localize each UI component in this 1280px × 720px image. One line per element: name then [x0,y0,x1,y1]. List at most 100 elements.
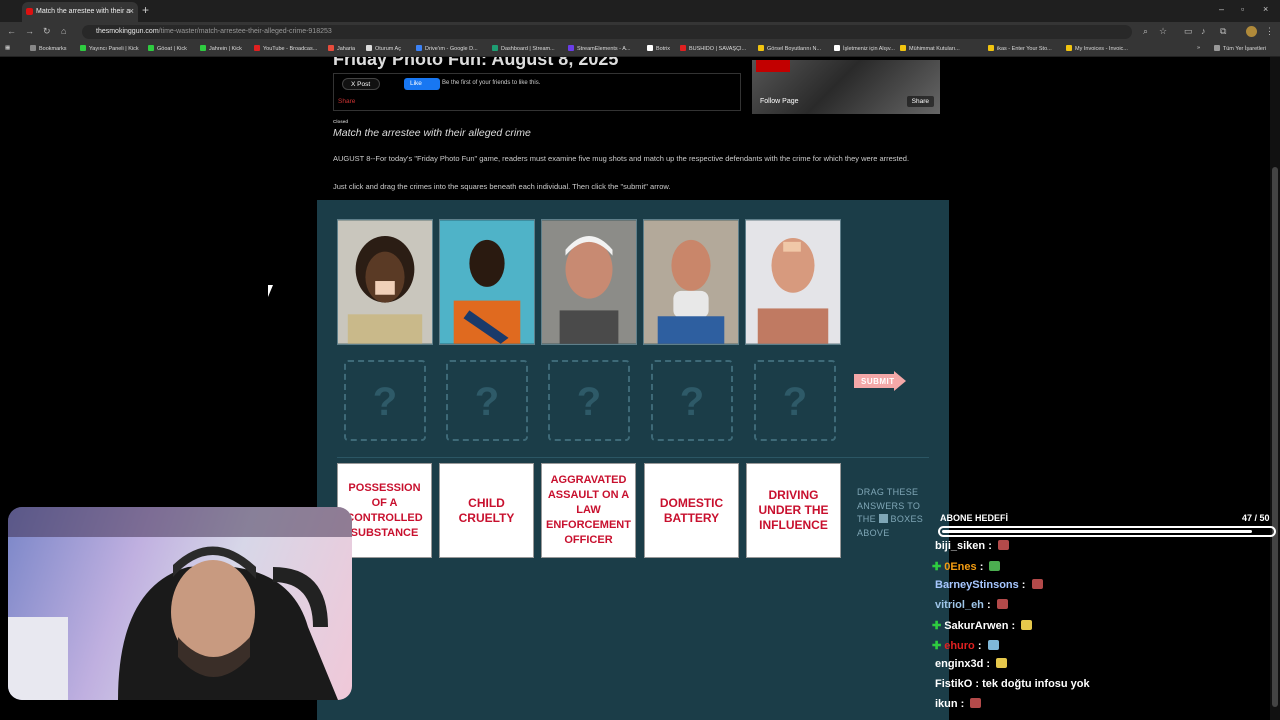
social-share-box: X Post Like Be the first of your friends… [333,73,741,111]
cast-icon[interactable]: ▭ [1184,26,1193,37]
facebook-page-widget: Follow Page Share [752,60,940,114]
emote-icon [996,658,1008,669]
drop-slot-1[interactable]: ? [344,360,426,441]
follow-page-button[interactable]: Follow Page [760,98,799,105]
chat-separator: : [974,639,985,652]
chat-username[interactable]: ehuro [944,640,975,652]
chat-message: FistikO : tek doğtu infosu yok [935,678,1090,696]
chat-username[interactable]: enginx3d [935,658,983,670]
bookmark-star-icon[interactable]: ☆ [1159,26,1167,37]
bookmark-favicon-icon [492,45,498,51]
x-post-button[interactable]: X Post [342,78,380,90]
drop-slot-5[interactable]: ? [754,360,836,441]
chat-username[interactable]: 0Enes [944,561,976,573]
profile-avatar[interactable] [1246,26,1257,37]
media-icon[interactable]: ♪ [1201,26,1206,36]
bookmark-favicon-icon [568,45,574,51]
zoom-icon[interactable]: ⌕ [1143,26,1148,37]
extensions-icon[interactable]: ⧉ [1220,26,1226,37]
sub-goal-progress-fill [942,530,1252,533]
bookmark-item[interactable]: Dashboard | Stream... [492,45,555,52]
bookmark-item[interactable]: Jahrein | Kick [200,45,242,52]
chat-username[interactable]: FistikO [935,678,972,690]
bookmark-favicon-icon [900,45,906,51]
chat-separator: : [985,540,995,552]
arrow-right-icon [894,371,906,391]
bookmark-item[interactable]: Göoat | Kick [148,45,187,52]
chat-username[interactable]: BarneyStinsons [935,579,1019,591]
close-window-icon[interactable]: × [1263,4,1268,14]
bookmark-item[interactable]: Bookmarks [30,45,67,52]
site-favicon-icon [26,8,33,15]
bookmark-item[interactable]: Drive'ım - Google D... [416,45,478,52]
drop-slot-2[interactable]: ? [446,360,528,441]
emote-icon [996,599,1008,610]
bookmark-item[interactable]: BUSHIDO | SAVAŞÇI... [680,45,746,52]
crime-card-domestic-battery[interactable]: DOMESTIC BATTERY [644,463,739,558]
more-bookmarks-icon[interactable]: » [1197,45,1200,51]
scrollbar-thumb[interactable] [1272,167,1278,707]
bookmark-item[interactable]: Yayıncı Paneli | Kick [80,45,139,52]
chat-separator: : [983,658,994,671]
new-tab-icon[interactable]: + [142,3,149,17]
chat-username[interactable]: SakurArwen [944,620,1008,632]
webcam-overlay [8,507,352,700]
menu-icon[interactable]: ⋮ [1265,26,1274,37]
restore-icon[interactable]: ▫ [1241,4,1244,14]
bookmark-item[interactable]: YouTube - Broadcas... [254,45,317,52]
bookmark-item[interactable]: My Invoices - Invoic... [1066,45,1128,52]
url-field[interactable]: thesmokinggun.com/time-waster/match-arre… [82,25,1132,39]
emote-icon [1021,619,1033,630]
chat-separator: : [976,560,987,573]
bookmark-item[interactable]: StreamElements - A... [568,45,631,52]
chat-message: enginx3d : [935,658,1008,676]
drop-slot-4[interactable]: ? [651,360,733,441]
address-bar-row: ← → ↻ ⌂ thesmokinggun.com/time-waster/ma… [0,22,1280,42]
bookmark-item[interactable]: Mühimmat Kutuları... [900,45,960,52]
facebook-share-button[interactable]: Share [906,96,934,107]
bookmark-item[interactable]: Oturum Aç [366,45,401,52]
mugshot-2 [439,219,535,345]
box-icon [878,514,888,523]
mugshot-3 [541,219,637,345]
emote-icon [997,540,1009,550]
bookmark-favicon-icon [148,45,154,51]
mugshot-5 [745,219,841,345]
chat-username[interactable]: vitriol_eh [935,599,984,611]
forward-icon[interactable]: → [25,26,34,36]
submit-arrow-button[interactable]: SUBMIT [854,371,906,391]
close-tab-icon[interactable]: × [129,6,134,16]
browser-tab[interactable]: Match the arrestee with their a × [22,2,138,22]
chat-username[interactable]: biji_siken [935,540,985,552]
facebook-like-text: Be the first of your friends to like thi… [442,80,541,86]
other-bookmarks[interactable]: Tüm Yer İşaretleri [1213,45,1266,52]
home-icon[interactable]: ⌂ [61,26,66,36]
chat-username[interactable]: ikun [935,698,958,710]
back-icon[interactable]: ← [7,26,16,36]
chat-separator: : [1008,619,1019,632]
bookmark-item[interactable]: İşletmeniz için Alışv... [834,45,895,52]
minimize-icon[interactable]: – [1219,4,1224,14]
reload-icon[interactable]: ↻ [43,26,51,37]
bookmark-item[interactable]: ikas - Enter Your Sto... [988,45,1052,52]
article-title: Friday Photo Fun: August 8, 2025 [333,57,619,69]
bookmark-item[interactable]: Botrix [647,45,670,52]
browser-tab-bar: Match the arrestee with their a × + – ▫ … [0,0,1280,22]
drop-slot-3[interactable]: ? [548,360,630,441]
bookmark-item[interactable]: Görsel Boyutlarını N... [758,45,821,52]
crime-card-dui[interactable]: DRIVING UNDER THE INFLUENCE [746,463,841,558]
drag-hint: DRAG THESE ANSWERS TO THE BOXES ABOVE [857,487,924,538]
emote-icon [989,560,1001,571]
page-scrollbar[interactable] [1270,57,1280,720]
url-path: /time-waster/match-arrestee-their-allege… [158,28,332,35]
chat-separator: : [972,677,983,690]
apps-icon[interactable]: ▦ [5,45,10,51]
crime-card-child-cruelty[interactable]: CHILD CRUELTY [439,463,534,558]
facebook-like-button[interactable]: Like [404,78,440,90]
crime-card-aggravated-assault[interactable]: AGGRAVATED ASSAULT ON A LAW ENFORCEMENT … [541,463,636,558]
sub-goal-label: ABONE HEDEFİ [940,513,1009,523]
share-link[interactable]: Share [338,98,355,105]
bookmark-item[interactable]: Jaharia [328,45,355,52]
closed-label: Closed [333,119,349,124]
chat-separator: : [957,697,968,710]
